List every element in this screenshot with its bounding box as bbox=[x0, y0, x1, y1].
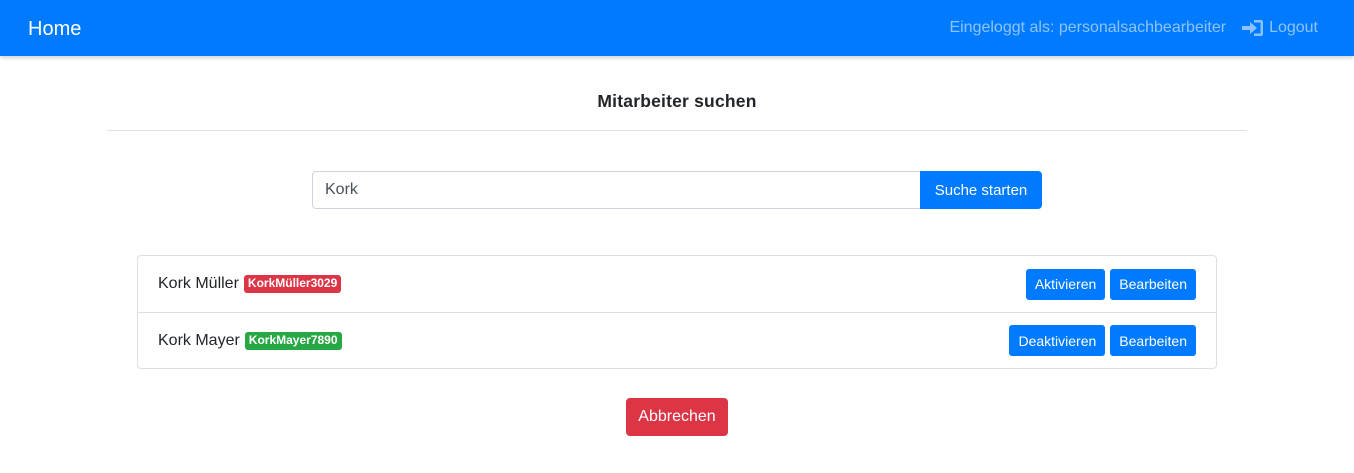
employee-info: Kork Mayer KorkMayer7890 bbox=[158, 331, 342, 350]
search-group: Suche starten bbox=[312, 171, 1042, 209]
search-button[interactable]: Suche starten bbox=[920, 171, 1042, 209]
employee-result-list: Kork Müller KorkMüller3029 Aktivieren Be… bbox=[137, 255, 1217, 369]
row-actions: Aktivieren Bearbeiten bbox=[1021, 268, 1196, 300]
search-input[interactable] bbox=[312, 171, 920, 209]
page-title: Mitarbeiter suchen bbox=[597, 91, 757, 111]
home-link[interactable]: Home bbox=[28, 17, 81, 41]
title-divider bbox=[107, 130, 1247, 131]
sign-in-icon bbox=[1242, 20, 1264, 36]
list-item: Kork Mayer KorkMayer7890 Deaktivieren Be… bbox=[138, 312, 1216, 368]
edit-button[interactable]: Bearbeiten bbox=[1110, 268, 1196, 300]
employee-name: Kork Müller bbox=[158, 275, 239, 292]
logout-link[interactable]: Logout bbox=[1242, 19, 1318, 37]
username-badge: KorkMüller3029 bbox=[243, 275, 342, 293]
username-badge: KorkMayer7890 bbox=[244, 331, 342, 350]
list-item: Kork Müller KorkMüller3029 Aktivieren Be… bbox=[138, 256, 1216, 312]
cancel-button[interactable]: Abbrechen bbox=[626, 398, 728, 436]
deactivate-button[interactable]: Deaktivieren bbox=[1009, 325, 1106, 356]
logout-label: Logout bbox=[1269, 19, 1318, 36]
activate-button[interactable]: Aktivieren bbox=[1025, 268, 1106, 300]
top-navbar: Home Eingeloggt als: personalsachbearbei… bbox=[0, 0, 1354, 56]
edit-button[interactable]: Bearbeiten bbox=[1110, 325, 1196, 356]
row-actions: Deaktivieren Bearbeiten bbox=[1004, 325, 1196, 356]
navbar-user-area: Eingeloggt als: personalsachbearbeiter L… bbox=[949, 17, 1318, 39]
logged-in-user-text: Eingeloggt als: personalsachbearbeiter bbox=[949, 19, 1227, 36]
employee-name: Kork Mayer bbox=[158, 331, 240, 349]
employee-info: Kork Müller KorkMüller3029 bbox=[158, 275, 342, 293]
